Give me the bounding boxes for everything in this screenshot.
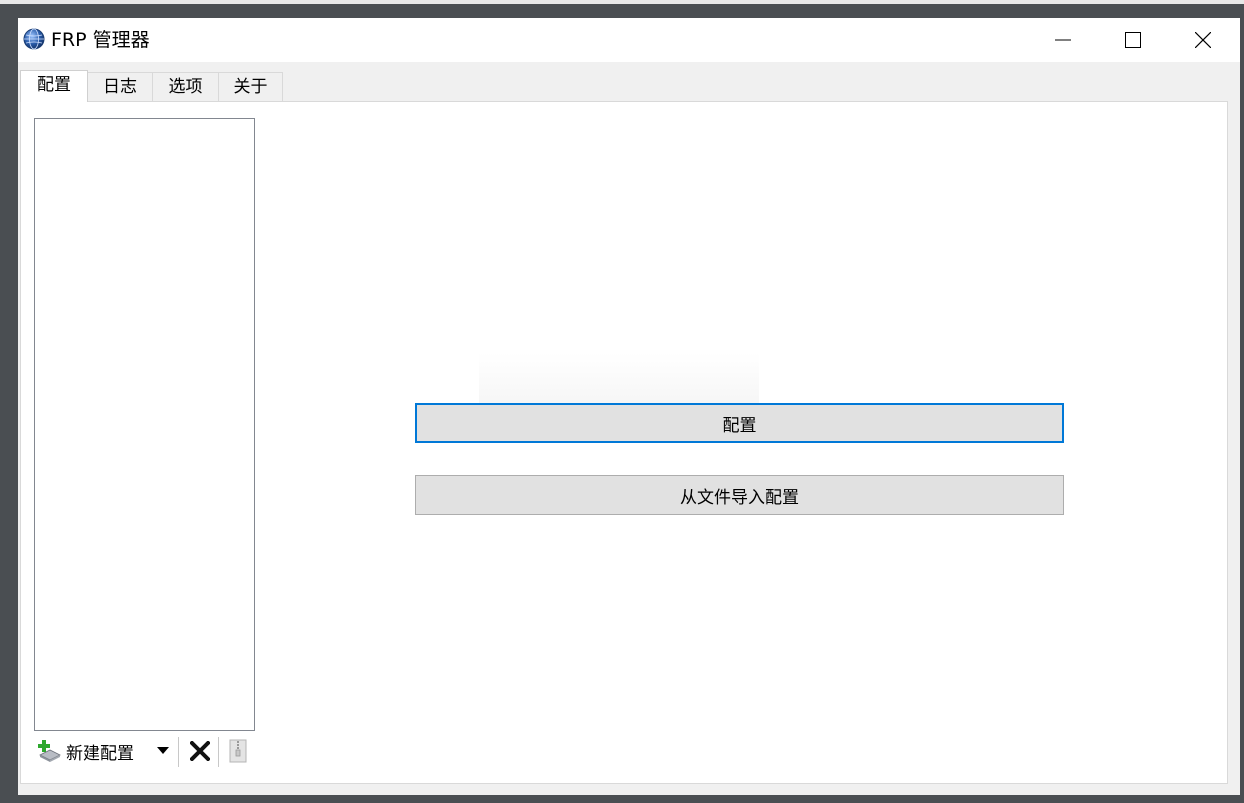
import-config-button[interactable]: 从文件导入配置 — [415, 475, 1064, 515]
tab-config[interactable]: 配置 — [20, 70, 88, 102]
app-window: FRP 管理器 配置 日志 选项 关于 新建配置 配置 从文件导入配置 — [18, 18, 1240, 795]
toolbar-separator — [178, 737, 179, 767]
tab-about[interactable]: 关于 — [218, 72, 283, 101]
globe-icon — [23, 28, 45, 50]
add-config-button[interactable]: 配置 — [415, 403, 1064, 443]
desktop-top-strip — [0, 0, 1244, 4]
tab-log[interactable]: 日志 — [87, 72, 153, 101]
new-config-label: 新建配置 — [66, 743, 134, 764]
config-toolbar: 新建配置 — [36, 734, 266, 768]
maximize-icon — [1125, 32, 1141, 48]
delete-icon — [190, 741, 210, 761]
minimize-icon — [1055, 39, 1071, 41]
config-list[interactable] — [34, 118, 255, 731]
zip-archive-icon — [229, 739, 247, 763]
close-icon — [1195, 32, 1211, 48]
toolbar-separator — [218, 737, 219, 767]
tab-options[interactable]: 选项 — [152, 72, 219, 101]
delete-config-button[interactable] — [188, 739, 212, 763]
maximize-button[interactable] — [1098, 18, 1168, 62]
config-tab-panel: 新建配置 配置 从文件导入配置 — [20, 101, 1228, 784]
tab-bar: 配置 日志 选项 关于 — [18, 70, 1240, 102]
export-zip-button[interactable] — [228, 738, 248, 764]
window-title: FRP 管理器 — [51, 29, 150, 51]
dropdown-arrow-icon — [157, 747, 169, 754]
new-config-button[interactable]: 新建配置 — [36, 734, 134, 768]
title-bar[interactable]: FRP 管理器 — [18, 18, 1240, 62]
add-config-icon — [38, 740, 61, 762]
close-button[interactable] — [1168, 18, 1238, 62]
minimize-button[interactable] — [1028, 18, 1098, 62]
new-config-dropdown[interactable] — [154, 742, 172, 760]
